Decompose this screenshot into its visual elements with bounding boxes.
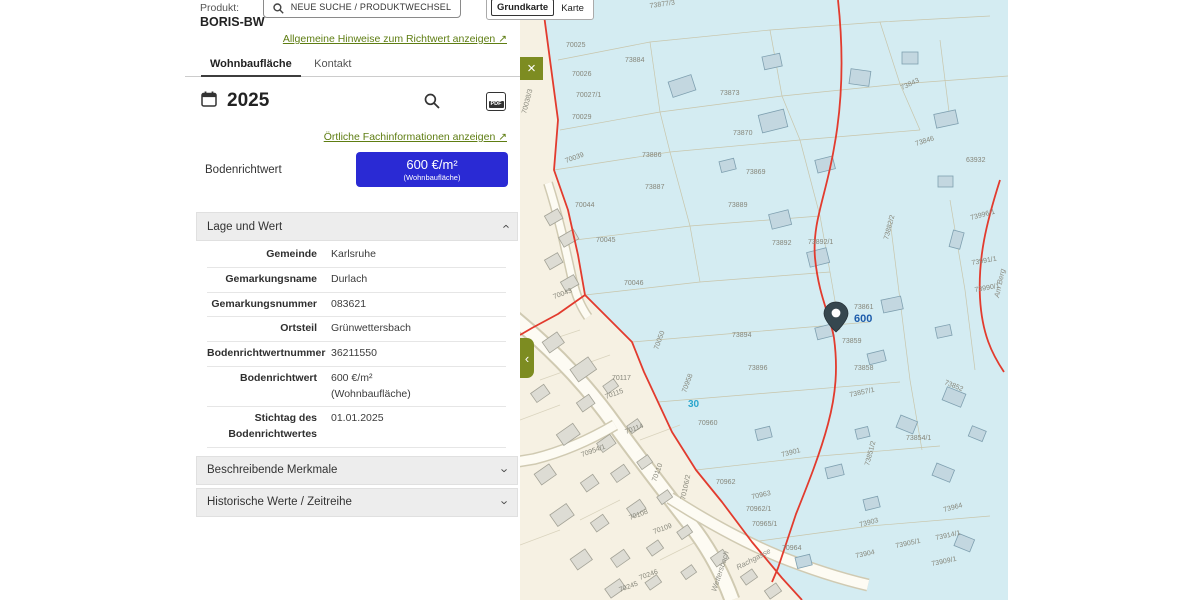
section-title: Beschreibende Merkmale bbox=[207, 464, 337, 476]
tab-wohnbauflaeche[interactable]: Wohnbaufläche bbox=[201, 53, 301, 77]
parcel-label: 73858 bbox=[854, 365, 874, 372]
chevron-down-icon: › bbox=[497, 468, 512, 472]
detail-label: Ortsteil bbox=[207, 321, 331, 337]
section-beschreibende-merkmale[interactable]: Beschreibende Merkmale › bbox=[196, 456, 518, 485]
detail-row: Stichtag des Bodenrichtwertes01.01.2025 bbox=[207, 407, 506, 448]
parcel-label: 73892 bbox=[772, 240, 792, 247]
detail-label: Bodenrichtwert bbox=[207, 371, 331, 387]
bodenrichtwert-label: Bodenrichtwert bbox=[205, 164, 282, 176]
basemap-grundkarte-button[interactable]: Grundkarte bbox=[491, 0, 554, 16]
detail-row: Gemarkungsnummer083621 bbox=[207, 293, 506, 318]
parcel-label: 70965/1 bbox=[752, 521, 777, 528]
basemap-toggle: Grundkarte Karte bbox=[486, 0, 594, 20]
detail-value: 083621 bbox=[331, 297, 506, 313]
parcel-label: 73886 bbox=[642, 152, 662, 159]
basemap-karte-button[interactable]: Karte bbox=[556, 1, 589, 16]
parcel-label: 73884 bbox=[625, 57, 645, 64]
general-hints-link-wrap: Allgemeine Hinweise zum Richtwert anzeig… bbox=[283, 33, 507, 45]
marker-value-label: 600 bbox=[854, 313, 872, 325]
panel-search-icon[interactable] bbox=[424, 93, 440, 109]
detail-value: Grünwettersbach bbox=[331, 321, 506, 337]
detail-row: OrtsteilGrünwettersbach bbox=[207, 317, 506, 342]
panel-tabs: Wohnbaufläche Kontakt bbox=[185, 53, 520, 77]
detail-value: Karlsruhe bbox=[331, 247, 506, 263]
detail-label: Gemarkungsnummer bbox=[207, 297, 331, 313]
details-table: GemeindeKarlsruheGemarkungsnameDurlachGe… bbox=[207, 243, 506, 448]
close-overlay-button[interactable]: × bbox=[520, 57, 543, 80]
boris-bw-app: Produkt: BORIS-BW NEUE SUCHE / PRODUKTWE… bbox=[0, 0, 1200, 600]
parcel-label: 73896 bbox=[748, 365, 768, 372]
detail-value: 600 €/m²(Wohnbaufläche) bbox=[331, 371, 506, 403]
parcel-label: 73887 bbox=[645, 184, 665, 191]
general-hints-link[interactable]: Allgemeine Hinweise zum Richtwert anzeig… bbox=[283, 33, 507, 45]
bodenrichtwert-value-button[interactable]: 600 €/m² (Wohnbaufläche) bbox=[356, 152, 508, 187]
detail-value: 36211550 bbox=[331, 346, 506, 362]
parcel-label: 73892/1 bbox=[808, 239, 833, 246]
parcel-label: 73894 bbox=[732, 332, 752, 339]
parcel-label: 73873 bbox=[720, 90, 740, 97]
product-name: BORIS-BW bbox=[200, 15, 265, 29]
section-title: Historische Werte / Zeitreihe bbox=[207, 496, 352, 508]
info-panel: Produkt: BORIS-BW NEUE SUCHE / PRODUKTWE… bbox=[185, 0, 520, 600]
parcel-label: 70044 bbox=[575, 202, 595, 209]
parcel-label: 70026 bbox=[572, 71, 592, 78]
parcel-label: 70029 bbox=[572, 114, 592, 121]
detail-value: Durlach bbox=[331, 272, 506, 288]
new-search-button[interactable]: NEUE SUCHE / PRODUKTWECHSEL bbox=[263, 0, 461, 18]
bodenrichtwert-usage: (Wohnbaufläche) bbox=[362, 173, 502, 182]
collapse-panel-button[interactable]: ‹ bbox=[520, 338, 534, 378]
parcel-label: 73861 bbox=[854, 304, 874, 311]
parcel-label: 73869 bbox=[746, 169, 766, 176]
section-historische-werte[interactable]: Historische Werte / Zeitreihe › bbox=[196, 488, 518, 517]
parcel-label: 73859 bbox=[842, 338, 862, 345]
reference-year: 2025 bbox=[227, 90, 269, 112]
parcel-label: 70117 bbox=[612, 375, 631, 382]
parcel-label: 70964 bbox=[782, 545, 802, 552]
section-lage-und-wert[interactable]: Lage und Wert › bbox=[196, 212, 518, 241]
bodenrichtwert-row: Bodenrichtwert 600 €/m² (Wohnbaufläche) bbox=[205, 152, 508, 187]
new-search-label: NEUE SUCHE / PRODUKTWECHSEL bbox=[291, 2, 451, 12]
parcel-label: 73889 bbox=[728, 202, 748, 209]
calendar-icon bbox=[201, 91, 217, 112]
detail-row: GemeindeKarlsruhe bbox=[207, 243, 506, 268]
product-label: Produkt: bbox=[200, 2, 265, 14]
parcel-label: 70046 bbox=[624, 280, 644, 287]
detail-label: Stichtag des Bodenrichtwertes bbox=[207, 411, 331, 443]
tab-kontakt[interactable]: Kontakt bbox=[305, 53, 360, 75]
parcel-label: 63932 bbox=[966, 157, 986, 164]
detail-label: Bodenrichtwertnummer bbox=[207, 346, 331, 362]
parcel-label: 73854/1 bbox=[906, 435, 931, 442]
parcel-label: 73870 bbox=[733, 130, 753, 137]
parcel-label: 70960 bbox=[698, 420, 718, 427]
chevron-up-icon: › bbox=[497, 224, 512, 228]
parcel-label: 70962 bbox=[716, 479, 736, 486]
bodenrichtwert-value: 600 €/m² bbox=[362, 157, 502, 172]
detail-row: GemarkungsnameDurlach bbox=[207, 268, 506, 293]
detail-row: Bodenrichtwertnummer36211550 bbox=[207, 342, 506, 367]
accordion: Lage und Wert › GemeindeKarlsruheGemarku… bbox=[196, 212, 518, 517]
detail-label: Gemarkungsname bbox=[207, 272, 331, 288]
pdf-icon-label: PDF bbox=[489, 101, 504, 108]
section-title: Lage und Wert bbox=[207, 221, 282, 233]
year-row: 2025 PDF bbox=[201, 90, 506, 112]
detail-row: Bodenrichtwert600 €/m²(Wohnbaufläche) bbox=[207, 367, 506, 408]
local-info-link-wrap: Örtliche Fachinformationen anzeigen ↗ bbox=[324, 131, 507, 143]
product-block: Produkt: BORIS-BW bbox=[200, 2, 265, 29]
pdf-export-icon[interactable]: PDF bbox=[486, 92, 506, 111]
zone-value-label: 30 bbox=[688, 399, 700, 410]
parcel-label: 70962/1 bbox=[746, 506, 771, 513]
parcel-label: 70025 bbox=[566, 42, 586, 49]
cadastral-map[interactable]: 700257388473877/37002670027/170029738737… bbox=[520, 0, 1008, 600]
parcel-label: 70045 bbox=[596, 237, 616, 244]
map-canvas: 700257388473877/37002670027/170029738737… bbox=[520, 0, 1008, 600]
detail-label: Gemeinde bbox=[207, 247, 331, 263]
local-info-link[interactable]: Örtliche Fachinformationen anzeigen ↗ bbox=[324, 131, 507, 143]
chevron-down-icon: › bbox=[497, 500, 512, 504]
search-icon bbox=[273, 1, 284, 12]
detail-value: 01.01.2025 bbox=[331, 411, 506, 427]
parcel-label: 70027/1 bbox=[576, 92, 601, 99]
